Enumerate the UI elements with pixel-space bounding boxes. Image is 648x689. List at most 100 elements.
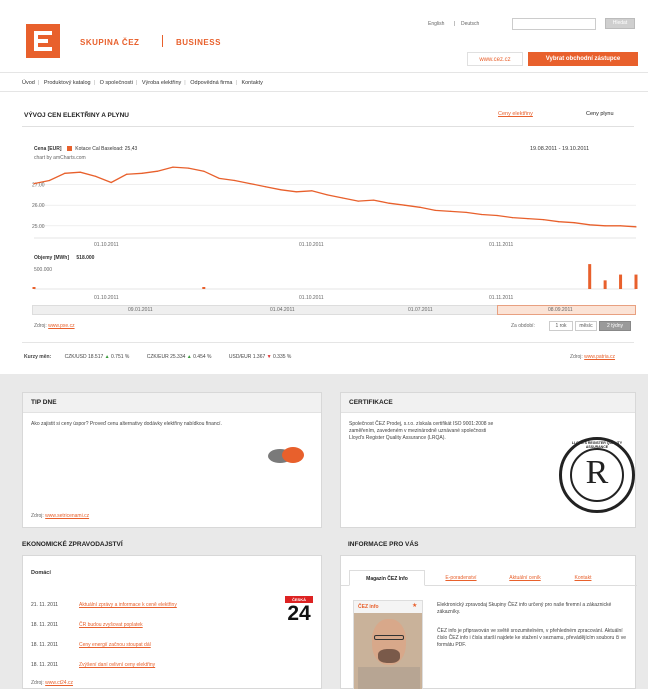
search-input[interactable]	[512, 18, 596, 30]
econ-source-prefix: Zdroj:	[31, 680, 44, 686]
info-text-2: ČEZ info je připravován ve světě srozumi…	[437, 628, 626, 648]
price-point	[326, 194, 328, 196]
news-row: 18. 11. 2011 Ceny energií začnou stoupat …	[31, 642, 151, 648]
lrqa-seal: LLOYD'S REGISTER QUALITY ASSURANCE R	[559, 437, 635, 513]
magazine-cover[interactable]: ČEZ info ★	[353, 600, 423, 689]
tip-source-link[interactable]: www.setricenami.cz	[45, 513, 89, 519]
data-source-link[interactable]: www.pxe.cz	[48, 323, 74, 329]
nav-sep: |	[37, 80, 40, 86]
volume-bar	[634, 274, 638, 289]
nav-produktovy-katalog[interactable]: Produktový katalog	[44, 80, 91, 86]
fx-source-link[interactable]: www.patria.cz	[584, 354, 615, 360]
volume-bar	[32, 287, 36, 289]
price-point	[589, 224, 591, 226]
zoom-2-weeks[interactable]: 2 týdny	[599, 321, 631, 331]
brand-name: SKUPINA ČEZ	[80, 38, 140, 47]
news-date: 18. 11. 2011	[31, 622, 59, 628]
price-point	[79, 171, 81, 173]
fx-source: Zdroj: www.patria.cz	[570, 354, 615, 360]
price-x-tick-label: 01.10.2011	[299, 242, 324, 248]
seal-ring-text: LLOYD'S REGISTER QUALITY ASSURANCE	[571, 441, 623, 449]
news-date: 18. 11. 2011	[31, 662, 59, 668]
lang-english[interactable]: English	[428, 21, 444, 27]
price-point	[465, 211, 467, 214]
magazine-photo	[354, 613, 422, 689]
tab-aktualni-cenik[interactable]: Aktuální ceník	[497, 570, 553, 586]
tip-text: Ako zajistit si ceny úspor? Proveď cenu …	[31, 421, 222, 427]
nav-uvod[interactable]: Úvod	[22, 80, 35, 86]
tab-e-poradenstvi[interactable]: E-poradenství	[433, 570, 489, 586]
ct24-logo[interactable]: ČESKÁ 24	[285, 596, 313, 630]
zoom-month[interactable]: měsíc	[575, 321, 597, 331]
volume-bar	[202, 287, 206, 289]
price-point	[126, 173, 128, 175]
fx-czk-eur-change: 0.454 %	[193, 354, 212, 360]
price-chart: 27.0026.0025.0001.10.2011 01.10.2011 01.11…	[32, 166, 638, 301]
price-point	[450, 210, 452, 212]
price-point	[95, 175, 97, 177]
nav-odpovedna-firma[interactable]: Odpovědná firma	[190, 80, 232, 86]
nav-sep: |	[235, 80, 237, 86]
nav-sep: |	[184, 80, 186, 86]
zoom-1-year[interactable]: 1 rok	[549, 321, 573, 331]
photo-beard	[378, 649, 400, 663]
price-point	[203, 170, 205, 172]
volume-label: Objemy [MWh] 518.000	[34, 255, 94, 261]
search-button[interactable]: Hledat	[605, 18, 635, 29]
tip-source-prefix: Zdroj:	[31, 513, 44, 519]
data-source-note: Zdroj: www.pxe.cz	[34, 323, 75, 329]
tip-title: TIP DNE	[31, 399, 57, 406]
price-point	[48, 179, 51, 182]
scroll-label-4: 08.09.2011	[548, 307, 573, 313]
home-link-button[interactable]: www.cez.cz	[467, 52, 523, 66]
fx-source-prefix: Zdroj:	[570, 354, 583, 360]
fx-czk-usd-change: 0.751 %	[111, 354, 130, 360]
volume-value: 518.000	[76, 255, 95, 261]
price-point	[619, 225, 622, 227]
info-box: Magazín ČEZ Info E-poradenství Aktuální …	[340, 555, 637, 689]
price-point	[141, 172, 143, 174]
price-point	[64, 172, 66, 174]
nav-sep: |	[93, 80, 96, 86]
lang-deutsch[interactable]: Deutsch	[461, 21, 479, 27]
scroll-label-2: 01.04.2011	[270, 307, 295, 313]
fx-usd-eur: USD/EUR 1.367	[228, 354, 266, 360]
tip-panel: TIP DNE Ako zajistit si ceny úspor? Prov…	[22, 392, 322, 528]
tab-magazin-cez-info[interactable]: Magazín ČEZ Info	[349, 570, 425, 586]
nav-o-spolecnosti[interactable]: O společnosti	[100, 80, 133, 86]
price-series-line	[33, 166, 637, 228]
ct24-logo-number: 24	[287, 602, 311, 625]
arrow-up-icon: ▲	[186, 354, 192, 360]
price-point	[33, 182, 35, 185]
price-point	[542, 219, 544, 221]
price-point	[419, 206, 421, 208]
tip-image-disc	[282, 447, 304, 463]
price-x-tick-label: 01.11.2011	[489, 242, 514, 248]
tip-source: Zdroj: www.setricenami.cz	[31, 513, 89, 519]
price-point	[234, 179, 236, 182]
news-row: 21. 11. 2011 Aktuální zprávy a informace …	[31, 602, 177, 608]
tab-kontakt[interactable]: Kontakt	[561, 570, 605, 586]
price-point	[573, 222, 575, 224]
cta-button[interactable]: Vybrat obchodní zástupce	[528, 52, 638, 66]
news-link[interactable]: Ceny energií začnou stoupat dál	[79, 642, 151, 648]
nav-vyroba-elektriny[interactable]: Výroba elektřiny	[142, 80, 181, 86]
news-link[interactable]: Aktuální zprávy a informace k ceně elekt…	[79, 602, 177, 608]
econ-panel: EKONOMICKÉ ZPRAVODAJSTVÍ Domácí ČESKÁ 24…	[22, 535, 322, 689]
volume-bar	[619, 274, 623, 289]
price-point	[403, 204, 406, 206]
cert-header: CERTIFIKACE	[341, 393, 635, 413]
seal-letter: R	[585, 454, 609, 491]
brand-separator	[162, 35, 163, 47]
price-point	[264, 186, 267, 188]
price-point	[527, 218, 529, 220]
econ-source-link[interactable]: www.ct24.cz	[45, 680, 73, 686]
price-point	[187, 167, 189, 169]
price-point	[172, 166, 174, 168]
news-link[interactable]: ČR budou zvyšovat poplatek	[79, 622, 143, 628]
econ-subtitle: Domácí	[31, 570, 51, 576]
nav-kontakty[interactable]: Kontakty	[241, 80, 262, 86]
price-point	[295, 191, 298, 193]
cez-logo[interactable]	[26, 24, 60, 58]
news-link[interactable]: Zvýšení daní ovlivní ceny elektřiny	[79, 662, 155, 668]
